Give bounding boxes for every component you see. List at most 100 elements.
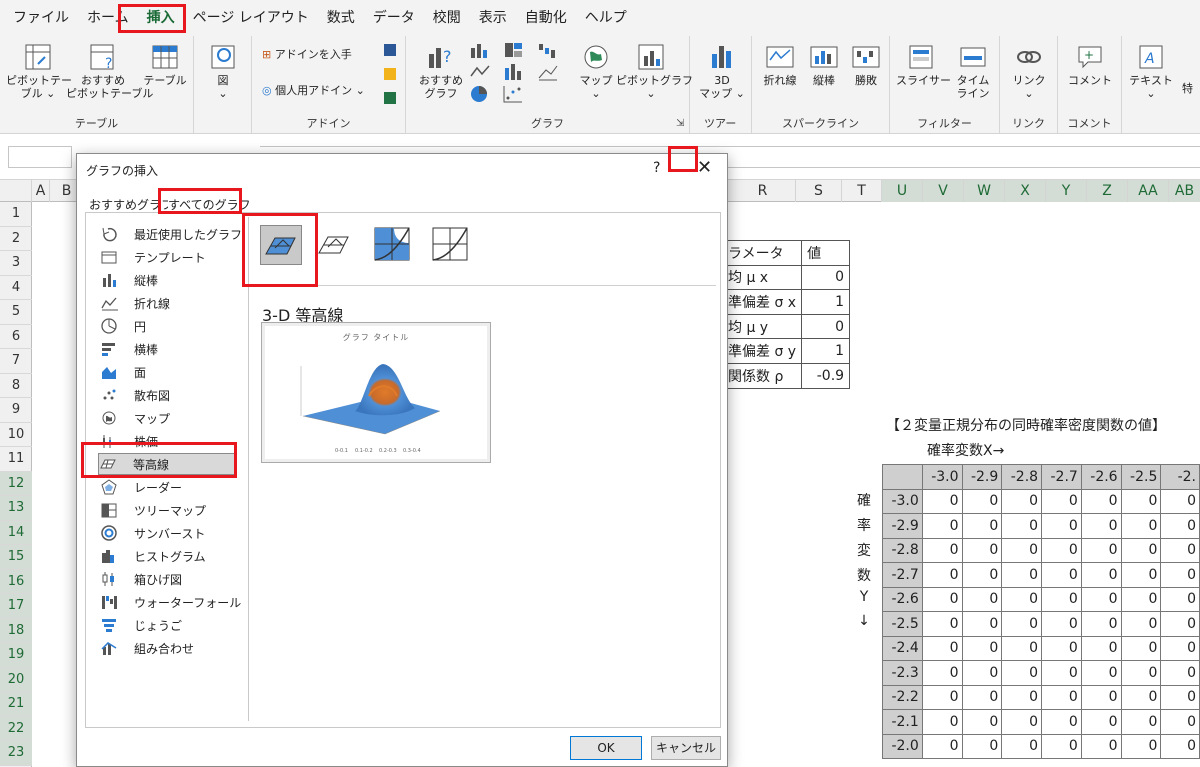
close-icon[interactable]: ✕ (697, 157, 712, 178)
column-header[interactable]: U (882, 180, 923, 202)
grid-cell[interactable]: 0 (1080, 709, 1122, 735)
grid-row-header[interactable]: -2.3 (882, 660, 923, 686)
grid-cell[interactable]: 0 (1080, 684, 1122, 710)
grid-cell[interactable]: 0 (1001, 660, 1043, 686)
grid-col-header[interactable]: -2.7 (1041, 464, 1082, 490)
grid-col-header[interactable]: -3.0 (921, 464, 963, 490)
y-label-char[interactable]: Y (854, 589, 874, 605)
subtype-contour[interactable] (372, 225, 414, 265)
help-button[interactable]: ? (653, 160, 660, 176)
sparkline-line-button[interactable]: 折れ線 (758, 42, 802, 87)
grid-cell[interactable]: 0 (1001, 513, 1043, 539)
get-addins-button[interactable]: ⊞ アドインを入手 (262, 48, 352, 61)
category-line[interactable]: 折れ線 (100, 292, 170, 314)
param-name-cell[interactable]: 均 μ y (721, 313, 803, 340)
bing-icon[interactable] (382, 66, 398, 82)
grid-cell[interactable]: 0 (1160, 733, 1200, 759)
grid-cell[interactable]: 0 (1120, 733, 1162, 759)
column-header[interactable]: X (1005, 180, 1046, 202)
grid-cell[interactable]: 0 (1120, 537, 1162, 563)
row-header[interactable]: 23 (0, 741, 32, 766)
grid-cell[interactable]: 0 (1160, 488, 1200, 514)
grid-cell[interactable]: 0 (1120, 586, 1162, 612)
grid-cell[interactable]: 0 (1080, 537, 1122, 563)
grid-cell[interactable]: 0 (921, 537, 963, 563)
grid-cell[interactable]: 0 (1160, 586, 1200, 612)
row-header[interactable]: 9 (0, 398, 32, 423)
grid-cell[interactable]: 0 (1041, 488, 1082, 514)
grid-cell[interactable]: 0 (1160, 684, 1200, 710)
tab-data[interactable]: データ (364, 3, 424, 33)
category-scatter[interactable]: 散布図 (100, 384, 170, 406)
y-label-char[interactable]: 率 (854, 515, 874, 535)
grid-cell[interactable]: 0 (1080, 660, 1122, 686)
category-area[interactable]: 面 (100, 361, 146, 383)
grid-cell[interactable]: 0 (1001, 733, 1043, 759)
pivotchart-button[interactable]: ピボットグラフ ⌄ (616, 42, 693, 100)
row-header[interactable]: 12 (0, 471, 32, 496)
category-map[interactable]: マップ (100, 407, 170, 429)
waterfall-chart-icon[interactable] (536, 40, 560, 60)
row-header[interactable]: 6 (0, 325, 32, 349)
row-header[interactable]: 18 (0, 618, 32, 643)
row-header[interactable]: 8 (0, 374, 32, 398)
tab-help[interactable]: ヘルプ (576, 3, 636, 33)
category-recent[interactable]: 最近使用したグラフ (100, 223, 242, 245)
grid-row-header[interactable]: -2.1 (882, 709, 923, 735)
category-column[interactable]: 縦棒 (100, 269, 158, 291)
grid-cell[interactable]: 0 (1120, 684, 1162, 710)
grid-cell[interactable]: 0 (961, 488, 1003, 514)
tab-automate[interactable]: 自動化 (516, 3, 576, 33)
row-header[interactable]: 7 (0, 349, 32, 374)
grid-cell[interactable]: 0 (921, 513, 963, 539)
column-header[interactable]: AA (1128, 180, 1169, 202)
grid-cell[interactable]: 0 (1160, 635, 1200, 661)
scatter-chart-icon[interactable] (502, 84, 526, 104)
sparkline-column-button[interactable]: 縦棒 (804, 42, 844, 87)
grid-x-label[interactable]: 確率変数X→ (927, 440, 1004, 460)
grid-cell[interactable]: 0 (1001, 488, 1043, 514)
cancel-button[interactable]: キャンセル (651, 736, 721, 760)
grid-cell[interactable]: 0 (1001, 562, 1043, 588)
subtype-3d-surface[interactable] (260, 225, 302, 265)
grid-col-header[interactable]: -2.9 (961, 464, 1003, 490)
grid-cell[interactable]: 0 (1041, 635, 1082, 661)
chart-dialog-launcher-icon[interactable]: ⇲ (676, 118, 684, 129)
subtype-wireframe-contour[interactable] (430, 225, 472, 265)
grid-col-header[interactable]: -2.6 (1080, 464, 1122, 490)
category-radar[interactable]: レーダー (100, 476, 182, 498)
grid-cell[interactable]: 0 (1041, 586, 1082, 612)
grid-cell[interactable]: 0 (1120, 562, 1162, 588)
grid-cell[interactable]: 0 (961, 733, 1003, 759)
pivottable-button[interactable]: ピボットテー ブル ⌄ (6, 42, 72, 100)
row-header[interactable]: 15 (0, 545, 32, 570)
category-waterfall[interactable]: ウォーターフォール (100, 591, 241, 613)
grid-cell[interactable]: 0 (1120, 513, 1162, 539)
param-value-cell[interactable]: -0.9 (801, 362, 851, 389)
grid-cell[interactable]: 0 (1080, 488, 1122, 514)
grid-row-header[interactable]: -2.2 (882, 684, 923, 710)
grid-cell[interactable]: 0 (1041, 733, 1082, 759)
my-addins-button[interactable]: ◎ 個人用アドイン ⌄ (262, 84, 365, 97)
sparkline-winloss-button[interactable]: 勝敗 (846, 42, 886, 87)
grid-cell[interactable]: 0 (1120, 611, 1162, 637)
grid-cell[interactable]: 0 (1041, 611, 1082, 637)
grid-col-header[interactable]: -2.8 (1001, 464, 1043, 490)
category-combo[interactable]: 組み合わせ (100, 637, 194, 659)
param-header-name[interactable]: ラメータ (721, 240, 803, 266)
param-value-cell[interactable]: 1 (801, 338, 851, 364)
column-header[interactable]: T (842, 180, 882, 202)
column-header[interactable]: Z (1087, 180, 1128, 202)
row-header[interactable]: 19 (0, 643, 32, 668)
visio-icon[interactable] (382, 42, 398, 58)
grid-cell[interactable]: 0 (1080, 635, 1122, 661)
hierarchy-chart-icon[interactable] (502, 40, 526, 60)
param-name-cell[interactable]: 関係数 ρ (721, 362, 803, 389)
recommended-charts-button[interactable]: ? おすすめ グラフ (414, 42, 468, 100)
row-header[interactable]: 2 (0, 227, 32, 251)
grid-cell[interactable]: 0 (1160, 709, 1200, 735)
grid-cell[interactable]: 0 (1080, 733, 1122, 759)
symbols-label-partial[interactable]: 特 (1182, 82, 1193, 95)
y-label-char[interactable]: 変 (854, 540, 874, 560)
row-header[interactable]: 13 (0, 496, 32, 521)
